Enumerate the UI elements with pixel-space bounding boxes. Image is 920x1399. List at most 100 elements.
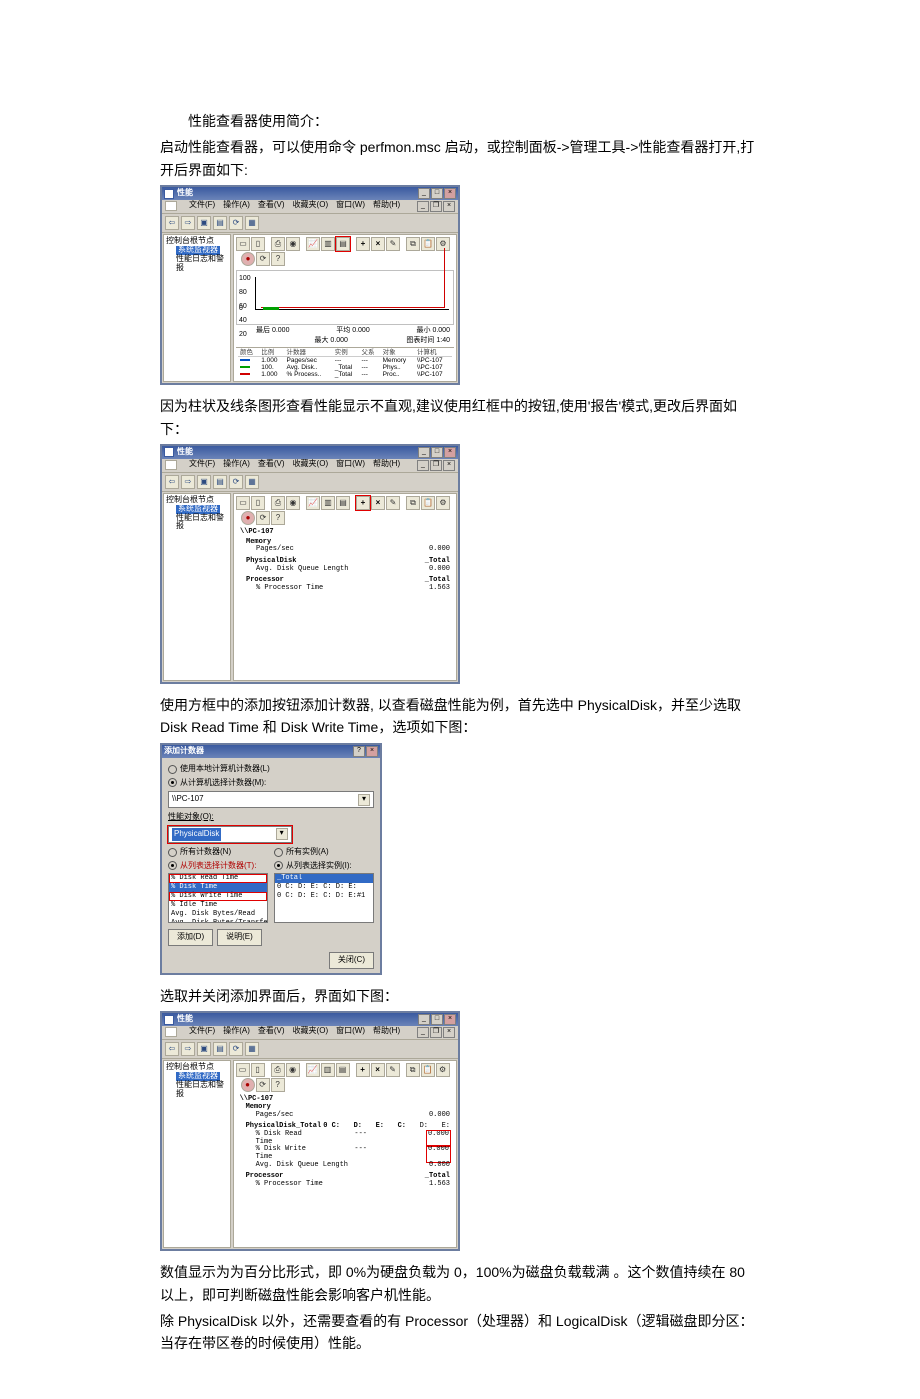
legend-table[interactable]: 颜色比例 计数器实例 父系对象 计算机 1.000Pages/sec -----… [236,347,454,380]
minimize-button[interactable]: _ [418,447,430,458]
back-button[interactable]: ⇦ [165,216,179,230]
close-button[interactable]: 关闭(C) [329,952,374,969]
computer-select[interactable]: \\PC-107▾ [168,791,374,808]
system-menu-icon[interactable] [165,201,177,211]
menubar[interactable]: 文件(F) 操作(A) 查看(V) 收藏夹(O) 窗口(W) 帮助(H) _ ❐… [162,200,458,214]
forward-button[interactable]: ⇨ [181,475,195,489]
maximize-button[interactable]: □ [431,1014,443,1025]
freeze-button[interactable]: ● [241,252,255,266]
titlebar[interactable]: 性能 _ □ × [162,446,458,459]
delete-counter-button[interactable]: × [371,237,385,251]
back-button[interactable]: ⇦ [165,475,179,489]
radio-select-instances[interactable]: 从列表选择实例(I): [274,860,374,873]
new-counter-set-button[interactable]: ▭ [236,496,250,510]
minimize-button[interactable]: _ [418,188,430,199]
dropdown-icon[interactable]: ▾ [358,794,370,806]
menu-view[interactable]: 查看(V) [258,460,285,471]
mdi-restore-button[interactable]: ❐ [430,460,442,471]
instance-listbox[interactable]: _Total 0 C: D: E: C: D: E: 0 C: D: E: C:… [274,873,374,923]
view-log-button[interactable]: ◉ [286,496,300,510]
new-counter-set-button[interactable]: ▭ [236,237,250,251]
console-tree[interactable]: 控制台根节点 系统监视器 性能日志和警报 [163,493,231,681]
menu-file[interactable]: 文件(F) [189,201,215,212]
toolbar-btn[interactable]: ▣ [197,475,211,489]
paste-button[interactable]: 📋 [421,496,435,510]
toolbar-btn[interactable]: ▣ [197,216,211,230]
list-item[interactable]: % Disk Read Time [169,874,267,883]
mdi-restore-button[interactable]: ❐ [430,201,442,212]
mdi-close-button[interactable]: × [443,460,455,471]
mdi-close-button[interactable]: × [443,201,455,212]
console-tree[interactable]: 控制台根节点 系统监视器 性能日志和警报 [163,1060,231,1248]
add-counter-button[interactable]: + [356,237,370,251]
copy-button[interactable]: ⧉ [406,496,420,510]
maximize-button[interactable]: □ [431,447,443,458]
menu-view[interactable]: 查看(V) [258,201,285,212]
menu-window[interactable]: 窗口(W) [336,201,365,212]
dialog-titlebar[interactable]: 添加计数器 ? × [162,745,380,758]
clear-button[interactable]: ▯ [251,1063,265,1077]
toolbar-btn[interactable]: ▤ [213,475,227,489]
help-button[interactable]: ? [271,252,285,266]
toolbar-btn[interactable]: ▦ [245,475,259,489]
copy-button[interactable]: ⧉ [406,1063,420,1077]
view-histogram-button[interactable]: ▥ [321,496,335,510]
mdi-min-button[interactable]: _ [417,1027,429,1038]
paste-button[interactable]: 📋 [421,1063,435,1077]
menu-action[interactable]: 操作(A) [223,201,250,212]
close-button[interactable]: × [444,447,456,458]
radio-all-counters[interactable]: 所有计数器(N) [168,846,268,859]
view-chart-button[interactable]: 📈 [306,237,320,251]
properties-button[interactable]: ⚙ [436,237,450,251]
clear-button[interactable]: ▯ [251,496,265,510]
view-report-button[interactable]: ▤ [336,496,350,510]
view-report-button[interactable]: ▤ [336,237,350,251]
add-counter-button[interactable]: + [356,496,370,510]
menu-fav[interactable]: 收藏夹(O) [293,201,329,212]
list-item[interactable]: 0 C: D: E: C: D: E:#1 [275,892,373,901]
perf-object-select[interactable]: PhysicalDisk▾ [168,826,292,843]
view-chart-button[interactable]: 📈 [306,496,320,510]
menu-window[interactable]: 窗口(W) [336,460,365,471]
view-histogram-button[interactable]: ▥ [321,237,335,251]
list-item[interactable]: % Disk Write Time [169,892,267,901]
update-button[interactable]: ⟳ [256,252,270,266]
mmc-toolbar[interactable]: ⇦ ⇨ ▣ ▤ ⟳ ▦ [162,214,458,233]
mdi-close-button[interactable]: × [443,1027,455,1038]
close-button[interactable]: × [444,1014,456,1025]
menu-file[interactable]: 文件(F) [189,460,215,471]
dropdown-icon[interactable]: ▾ [276,828,288,840]
tree-logs[interactable]: 性能日志和警报 [176,514,228,532]
refresh-button[interactable]: ⟳ [229,216,243,230]
mmc-toolbar[interactable]: ⇦ ⇨ ▣ ▤ ⟳ ▦ [162,473,458,492]
toolbar-btn[interactable]: ▤ [213,216,227,230]
view-log-button[interactable]: ◉ [286,237,300,251]
minimize-button[interactable]: _ [418,1014,430,1025]
explain-button[interactable]: 说明(E) [217,929,262,946]
view-current-button[interactable]: ⎙ [271,496,285,510]
sysmon-toolbar[interactable]: ▭ ▯ ⎙ ◉ 📈 ▥ ▤ + × ✎ ⧉ 📋 ⚙ [236,237,454,266]
menu-action[interactable]: 操作(A) [223,460,250,471]
tree-logs[interactable]: 性能日志和警报 [176,1081,228,1099]
view-chart-button[interactable]: 📈 [306,1063,320,1077]
mmc-toolbar[interactable]: ⇦ ⇨ ▣ ▤ ⟳ ▦ [162,1040,458,1059]
list-item[interactable]: % Disk Time [169,883,267,892]
refresh-button[interactable]: ⟳ [229,475,243,489]
legend-row[interactable]: 100.Avg. Disk.. _Total--- Phys..\\PC-107 [238,364,452,371]
mdi-restore-button[interactable]: ❐ [430,1027,442,1038]
properties-button[interactable]: ⚙ [436,496,450,510]
console-tree[interactable]: 控制台根节点 系统监视器 性能日志和警报 [163,234,231,382]
menu-fav[interactable]: 收藏夹(O) [293,1027,329,1038]
toolbar-btn[interactable]: ▦ [245,216,259,230]
menubar[interactable]: 文件(F) 操作(A) 查看(V) 收藏夹(O) 窗口(W) 帮助(H) _ ❐… [162,459,458,473]
list-item[interactable]: Avg. Disk Bytes/Transfer [169,919,267,923]
close-button[interactable]: × [444,188,456,199]
sysmon-toolbar[interactable]: ▭ ▯ ⎙ ◉ 📈 ▥ ▤ + × ✎ ⧉ 📋 ⚙ [236,1063,454,1092]
help-button[interactable]: ? [271,1078,285,1092]
list-item[interactable]: Avg. Disk Bytes/Read [169,910,267,919]
list-item[interactable]: % Idle Time [169,901,267,910]
add-button[interactable]: 添加(D) [168,929,213,946]
forward-button[interactable]: ⇨ [181,1042,195,1056]
radio-all-instances[interactable]: 所有实例(A) [274,846,374,859]
freeze-button[interactable]: ● [241,1078,255,1092]
